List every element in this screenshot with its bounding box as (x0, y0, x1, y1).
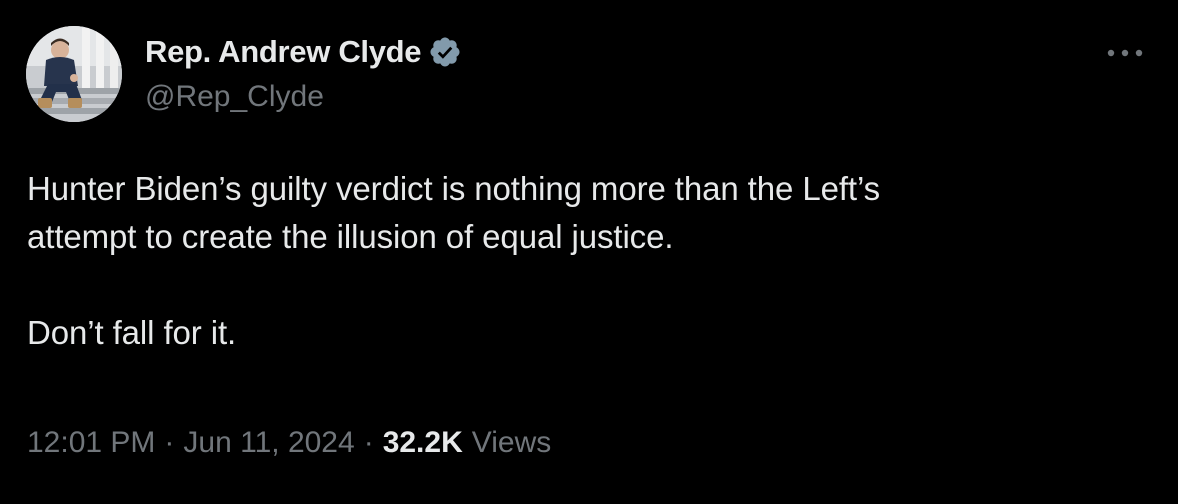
tweet-date[interactable]: Jun 11, 2024 (183, 426, 354, 460)
views-label: Views (471, 426, 552, 459)
tweet-card: Rep. Andrew Clyde @Rep_Clyde Hunter Bide… (0, 0, 1178, 504)
avatar-photo-icon (26, 26, 122, 122)
more-icon (1107, 49, 1143, 57)
author-handle[interactable]: @Rep_Clyde (145, 80, 462, 114)
tweet-text-line: Hunter Biden’s guilty verdict is nothing… (27, 170, 880, 207)
views-count[interactable]: 32.2K (383, 426, 463, 460)
author-block: Rep. Andrew Clyde @Rep_Clyde (145, 30, 462, 113)
verified-badge-icon[interactable] (428, 35, 462, 69)
meta-separator: · (164, 426, 175, 459)
tweet-text: Hunter Biden’s guilty verdict is nothing… (27, 165, 1147, 357)
tweet-time[interactable]: 12:01 PM (27, 426, 155, 460)
tweet-text-line: attempt to create the illusion of equal … (27, 218, 674, 255)
author-display-name[interactable]: Rep. Andrew Clyde (145, 34, 422, 70)
meta-separator: · (363, 426, 374, 459)
more-options-button[interactable] (1100, 38, 1150, 68)
author-name-row: Rep. Andrew Clyde (145, 30, 462, 74)
tweet-text-line: Don’t fall for it. (27, 314, 237, 351)
avatar[interactable] (26, 26, 122, 122)
tweet-meta: 12:01 PM · Jun 11, 2024 · 32.2K Views (27, 426, 551, 460)
